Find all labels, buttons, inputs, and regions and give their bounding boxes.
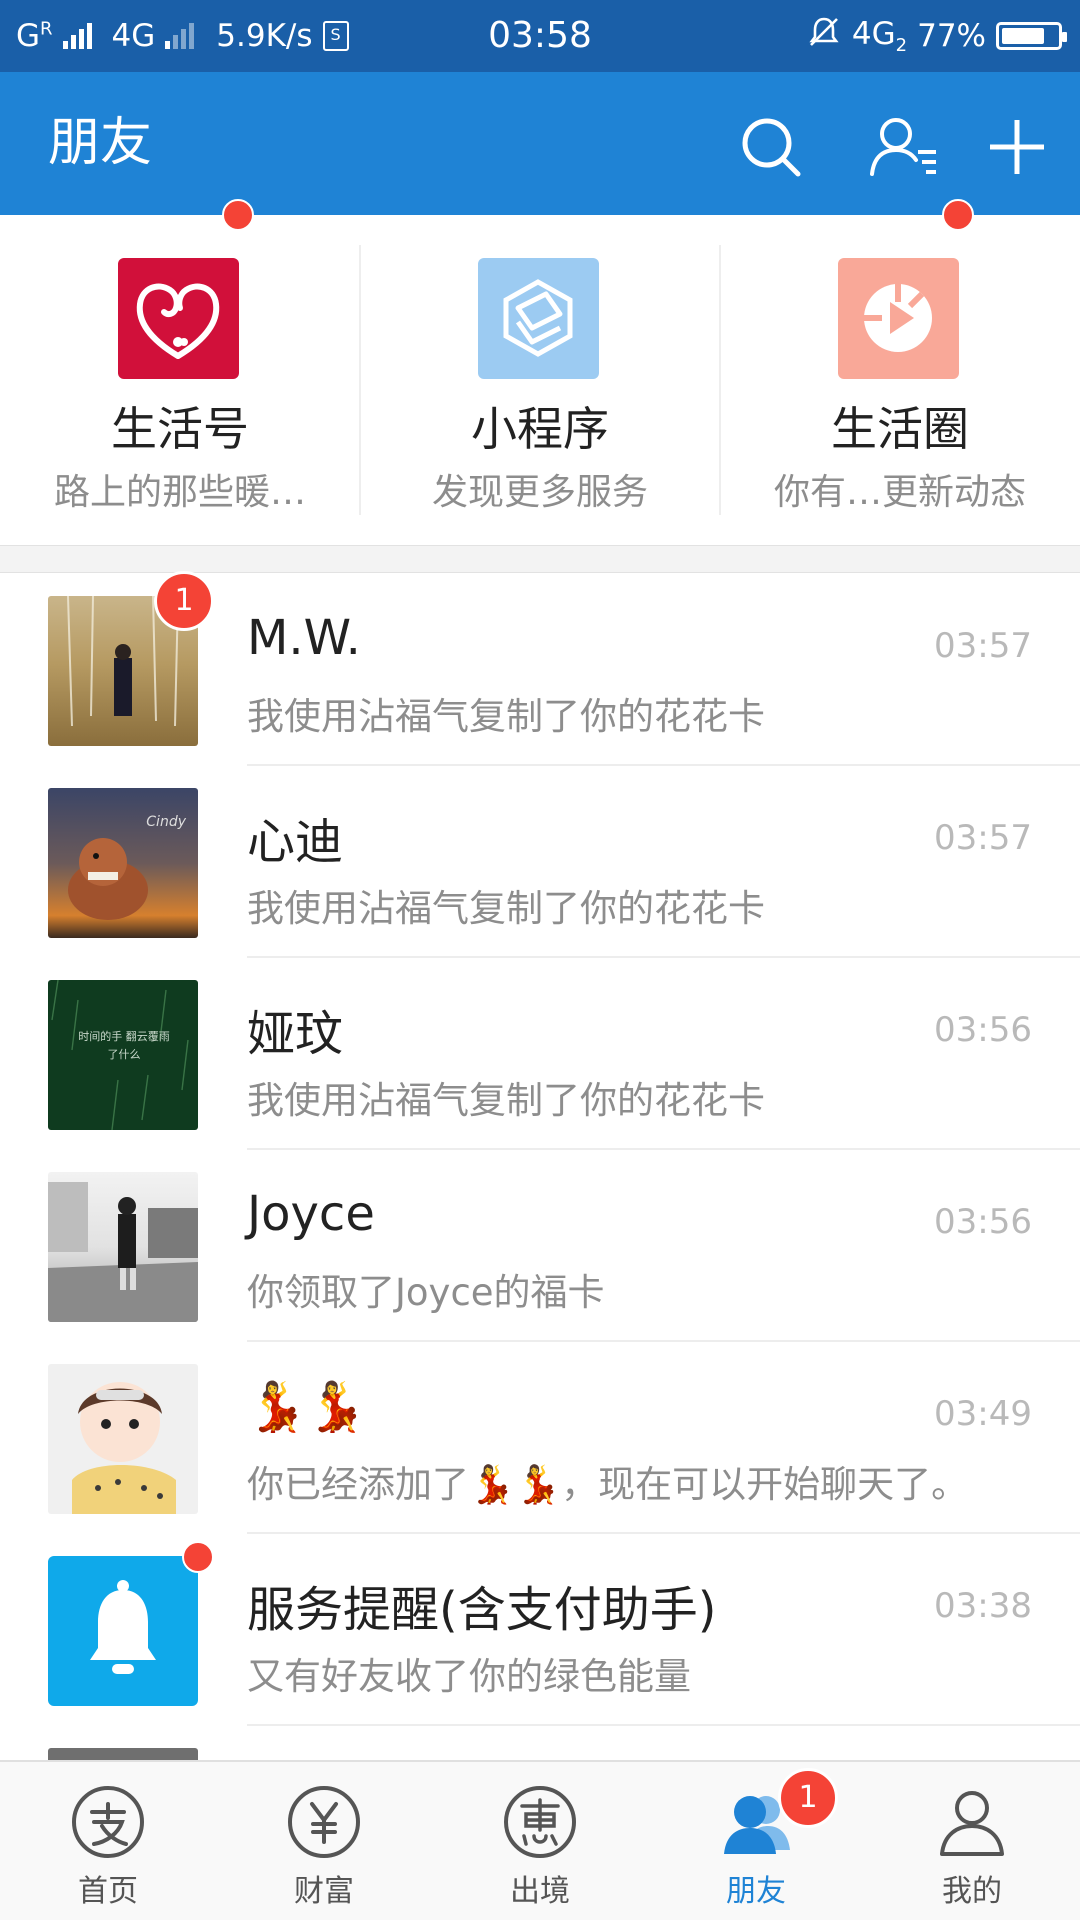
chat-message: 你领取了Joyce的福卡 bbox=[247, 1271, 605, 1314]
profile-icon bbox=[934, 1784, 1010, 1860]
avatar: 时间的手 翻云覆雨了什么 bbox=[48, 980, 198, 1130]
chat-row-yawen[interactable]: 时间的手 翻云覆雨了什么 娅玟 我使用沾福气复制了你的花花卡 03:56 bbox=[0, 958, 1080, 1150]
chat-time: 03:57 bbox=[934, 818, 1032, 858]
shortcut-name: 小程序 bbox=[471, 402, 609, 456]
shortcuts-panel: 生活号 路上的那些暖… 小程序 发现更多服务 生活圈 你有…更新动态 bbox=[0, 199, 1080, 545]
avatar-caption: 时间的手 翻云覆雨了什么 bbox=[78, 1030, 170, 1061]
discount-icon bbox=[502, 1784, 578, 1860]
tab-travel[interactable]: 出境 bbox=[432, 1762, 648, 1922]
chat-message: 又有好友收了你的绿色能量 bbox=[247, 1655, 691, 1698]
chat-row-partial[interactable] bbox=[0, 1726, 1080, 1760]
chat-name: 💃💃 bbox=[247, 1379, 367, 1435]
unread-badge: 1 bbox=[154, 571, 214, 631]
tab-me[interactable]: 我的 bbox=[864, 1762, 1080, 1922]
yen-icon bbox=[286, 1784, 362, 1860]
chat-row-mw[interactable]: 1 M.W. 我使用沾福气复制了你的花花卡 03:57 bbox=[0, 571, 1080, 766]
chat-row-service[interactable]: 服务提醒(含支付助手) 又有好友收了你的绿色能量 03:38 bbox=[0, 1534, 1080, 1726]
chat-message: 我使用沾福气复制了你的花花卡 bbox=[247, 695, 765, 738]
avatar bbox=[48, 1364, 198, 1514]
chat-message: 你已经添加了💃💃，现在可以开始聊天了。 bbox=[247, 1463, 969, 1506]
bottom-nav: 首页 财富 出境 1 朋友 我的 bbox=[0, 1760, 1080, 1920]
shortcut-name: 生活圈 bbox=[831, 402, 969, 456]
tab-home[interactable]: 首页 bbox=[0, 1762, 216, 1922]
chat-name: M.W. bbox=[247, 610, 361, 666]
chat-message: 我使用沾福气复制了你的花花卡 bbox=[247, 1079, 765, 1122]
shortcut-desc: 路上的那些暖… bbox=[53, 472, 306, 513]
avatar bbox=[48, 1748, 198, 1760]
notification-dot bbox=[182, 1541, 214, 1573]
tab-label: 财富 bbox=[294, 1874, 354, 1909]
search-icon[interactable] bbox=[736, 112, 806, 182]
avatar: Cindy bbox=[48, 788, 198, 938]
mute-icon bbox=[806, 14, 842, 58]
chat-time: 03:56 bbox=[934, 1202, 1032, 1242]
shortcut-life-account[interactable]: 生活号 路上的那些暖… bbox=[0, 199, 360, 545]
section-divider bbox=[0, 545, 1080, 573]
chat-name: Joyce bbox=[247, 1186, 375, 1242]
chat-message: 我使用沾福气复制了你的花花卡 bbox=[247, 887, 765, 930]
chat-time: 03:49 bbox=[934, 1394, 1032, 1434]
tab-label: 我的 bbox=[942, 1874, 1002, 1909]
tab-label: 出境 bbox=[510, 1874, 570, 1909]
plus-icon[interactable] bbox=[982, 112, 1052, 182]
tab-wealth[interactable]: 财富 bbox=[216, 1762, 432, 1922]
mini-program-icon bbox=[478, 258, 599, 379]
chat-time: 03:56 bbox=[934, 1010, 1032, 1050]
network2-label: 4G2 bbox=[851, 15, 908, 57]
chat-row-dancer[interactable]: 💃💃 你已经添加了💃💃，现在可以开始聊天了。 03:49 bbox=[0, 1342, 1080, 1534]
chat-row-xindi[interactable]: Cindy 心迪 我使用沾福气复制了你的花花卡 03:57 bbox=[0, 766, 1080, 958]
avatar bbox=[48, 1172, 198, 1322]
battery-icon bbox=[996, 22, 1067, 50]
shortcut-life-circle[interactable]: 生活圈 你有…更新动态 bbox=[720, 199, 1080, 545]
notification-dot bbox=[942, 199, 974, 231]
tab-friends[interactable]: 1 朋友 bbox=[648, 1762, 864, 1922]
page-title: 朋友 bbox=[48, 113, 153, 173]
life-circle-icon bbox=[838, 258, 959, 379]
bell-icon bbox=[48, 1556, 198, 1706]
chat-time: 03:57 bbox=[934, 626, 1032, 666]
tab-label: 首页 bbox=[78, 1874, 138, 1909]
life-account-icon bbox=[118, 258, 239, 379]
notification-dot bbox=[222, 199, 254, 231]
shortcut-mini-program[interactable]: 小程序 发现更多服务 bbox=[360, 215, 720, 545]
title-bar: 朋友 bbox=[0, 72, 1080, 215]
shortcut-name: 生活号 bbox=[111, 402, 249, 456]
chat-name: 服务提醒(含支付助手) bbox=[247, 1582, 717, 1638]
chat-time: 03:38 bbox=[934, 1586, 1032, 1626]
alipay-home-icon bbox=[70, 1784, 146, 1860]
chat-row-joyce[interactable]: Joyce 你领取了Joyce的福卡 03:56 bbox=[0, 1150, 1080, 1342]
shortcut-desc: 发现更多服务 bbox=[431, 472, 648, 513]
status-bar: GR 4G 5.9K/s S 03:58 4G2 77% bbox=[0, 0, 1080, 72]
shortcut-desc: 你有…更新动态 bbox=[773, 472, 1026, 513]
unread-badge: 1 bbox=[778, 1768, 838, 1828]
contacts-icon[interactable] bbox=[866, 112, 936, 182]
chat-name: 心迪 bbox=[247, 814, 344, 870]
tab-label: 朋友 bbox=[726, 1874, 786, 1909]
battery-percent: 77% bbox=[917, 18, 986, 54]
avatar-caption: Cindy bbox=[146, 814, 186, 830]
chat-name: 娅玟 bbox=[247, 1006, 344, 1062]
